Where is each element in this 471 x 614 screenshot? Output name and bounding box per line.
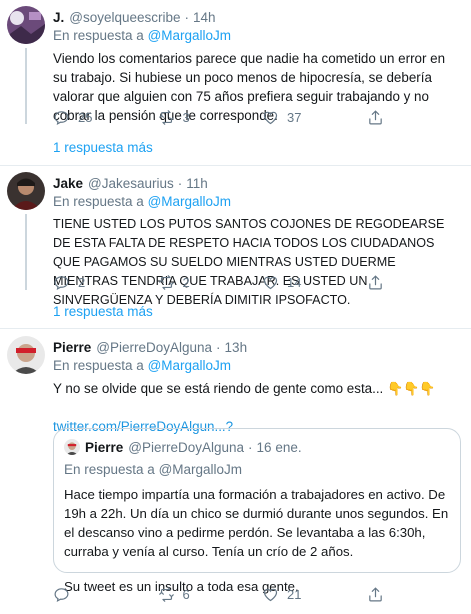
action-bar: 2 2 14 (53, 272, 471, 292)
action-bar: 25 3 37 (53, 107, 471, 127)
reply-icon (54, 110, 69, 125)
user-handle[interactable]: @Jakesaurius (88, 174, 174, 193)
separator: · (184, 10, 190, 25)
tweet-text-body: Y no se olvide que se está riendo de gen… (53, 381, 384, 396)
quoted-timestamp: 16 ene. (256, 439, 302, 455)
tweet-text: Y no se olvide que se está riendo de gen… (53, 379, 457, 398)
reply-prefix: En respuesta a (53, 194, 144, 209)
separator: · (177, 176, 183, 191)
reply-prefix: En respuesta a (64, 462, 155, 477)
pointing-down-emoji: 👇👇👇 (387, 381, 436, 396)
retweet-count: 6 (182, 586, 190, 602)
separator: · (216, 340, 221, 355)
share-icon (368, 110, 382, 124)
reply-button[interactable]: 25 (53, 108, 158, 127)
quoted-text: Hace tiempo impartía una formación a tra… (64, 487, 449, 559)
user-handle[interactable]: @PierreDoyAlguna (96, 338, 212, 357)
action-bar: 6 21 (53, 584, 471, 604)
quoted-user-handle: @PierreDoyAlguna (128, 439, 245, 455)
timestamp[interactable]: 14h (193, 8, 216, 27)
divider (0, 165, 471, 166)
quoted-avatar (64, 439, 80, 455)
reply-button[interactable]: 2 (53, 273, 158, 292)
share-icon (368, 587, 382, 601)
display-name[interactable]: J. (53, 8, 64, 27)
mention-link[interactable]: @MargalloJm (148, 358, 231, 373)
like-count: 14 (287, 274, 302, 290)
quoted-reply-context: En respuesta a @MargalloJm (64, 460, 450, 479)
share-button[interactable] (367, 274, 471, 291)
quoted-mention: @MargalloJm (158, 462, 243, 477)
like-icon (263, 276, 278, 289)
reply-icon (54, 275, 69, 290)
reply-prefix: En respuesta a (53, 358, 144, 373)
like-icon (263, 588, 278, 601)
like-button[interactable]: 37 (262, 108, 367, 127)
retweet-icon (158, 109, 174, 125)
retweet-count: 2 (182, 274, 190, 290)
reply-count: 25 (78, 109, 93, 125)
divider (0, 328, 471, 329)
mention-link[interactable]: @MargalloJm (148, 28, 231, 43)
mention-link[interactable]: @MargalloJm (148, 194, 231, 209)
display-name[interactable]: Jake (53, 174, 83, 193)
reply-context: En respuesta a @MargalloJm (53, 192, 457, 211)
like-count: 37 (287, 109, 302, 125)
retweet-count: 3 (182, 109, 190, 125)
retweet-button[interactable]: 2 (158, 273, 263, 292)
tweet[interactable]: Pierre @PierreDoyAlguna · 13h En respues… (0, 338, 471, 436)
quoted-display-name: Pierre (85, 439, 124, 455)
show-more-replies[interactable]: 1 respuesta más (0, 126, 471, 168)
like-button[interactable]: 21 (262, 585, 367, 604)
reply-count: 2 (78, 274, 86, 290)
retweet-button[interactable]: 6 (158, 585, 263, 604)
quoted-tweet[interactable]: Pierre @PierreDoyAlguna · 16 ene. En res… (53, 428, 461, 594)
retweet-button[interactable]: 3 (158, 108, 263, 127)
like-button[interactable]: 14 (262, 273, 367, 292)
reply-context: En respuesta a @MargalloJm (53, 356, 457, 375)
retweet-icon (158, 586, 174, 602)
share-button[interactable] (367, 586, 471, 603)
like-count: 21 (287, 586, 302, 602)
like-icon (263, 111, 278, 124)
reply-context: En respuesta a @MargalloJm (53, 26, 457, 45)
display-name[interactable]: Pierre (53, 338, 91, 357)
share-button[interactable] (367, 109, 471, 126)
reply-icon (54, 587, 69, 602)
tweet-feed: J. @soyelqueescribe · 14h En respuesta a… (0, 0, 471, 614)
user-handle[interactable]: @soyelqueescribe (69, 8, 180, 27)
retweet-icon (158, 274, 174, 290)
timestamp[interactable]: 11h (186, 174, 208, 193)
show-more-replies[interactable]: 1 respuesta más (0, 290, 471, 332)
reply-prefix: En respuesta a (53, 28, 144, 43)
separator: · (248, 439, 253, 455)
timestamp[interactable]: 13h (225, 338, 248, 357)
reply-button[interactable] (53, 586, 158, 603)
share-icon (368, 275, 382, 289)
